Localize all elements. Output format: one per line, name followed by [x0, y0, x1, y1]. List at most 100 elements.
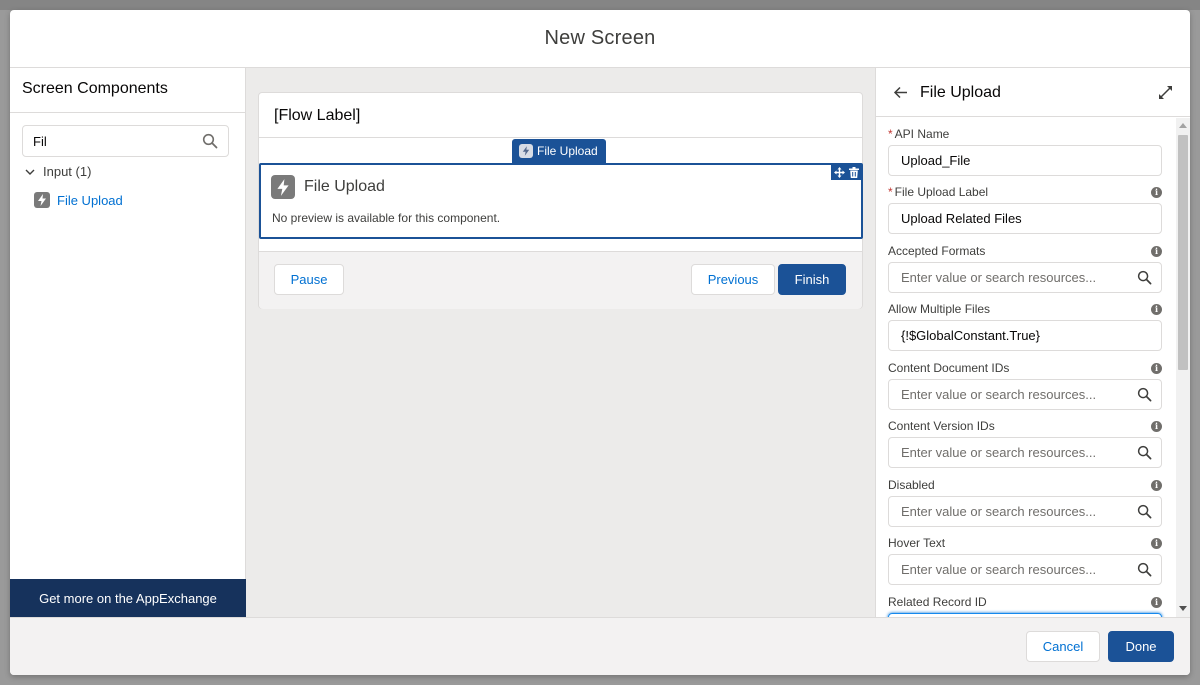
field-content-version-ids: Content Version IDs i Enter value or sea… [888, 418, 1162, 468]
search-value: Fil [33, 133, 47, 149]
properties-scrollbar[interactable] [1176, 118, 1190, 617]
field-label: Accepted Formats i [888, 243, 1162, 259]
new-screen-modal: New Screen Screen Components Fil Input (… [10, 10, 1190, 675]
allow-multiple-files-input[interactable]: {!$GlobalConstant.True} [888, 320, 1162, 351]
info-icon[interactable]: i [1151, 186, 1162, 198]
screen-canvas: [Flow Label] File Upload File Upload No … [246, 68, 875, 617]
component-item-file-upload[interactable]: File Upload [34, 192, 123, 208]
scroll-thumb[interactable] [1178, 135, 1188, 370]
selected-component[interactable]: File Upload No preview is available for … [259, 163, 863, 239]
properties-header: File Upload [876, 68, 1190, 117]
done-button[interactable]: Done [1108, 631, 1174, 662]
screen-preview-card: [Flow Label] File Upload File Upload No … [258, 92, 863, 309]
lightning-icon [34, 192, 50, 208]
field-label: Disabled i [888, 477, 1162, 493]
scroll-up-arrow[interactable] [1179, 123, 1187, 128]
file-upload-label-input[interactable]: Upload Related Files [888, 203, 1162, 234]
field-placeholder: Enter value or search resources... [901, 562, 1097, 577]
field-related-record-id: Related Record ID i [888, 594, 1162, 617]
background-topbar [0, 0, 1200, 10]
finish-button[interactable]: Finish [778, 264, 846, 295]
field-label-text: File Upload Label [894, 185, 989, 199]
modal-header: New Screen [10, 10, 1190, 68]
required-marker: * [888, 127, 893, 141]
field-label: Allow Multiple Files i [888, 301, 1162, 317]
field-label: Related Record ID i [888, 594, 1162, 610]
field-placeholder: Enter value or search resources... [901, 387, 1097, 402]
component-search-input[interactable]: Fil [22, 125, 229, 157]
properties-title: File Upload [920, 84, 1001, 101]
content-version-ids-input[interactable]: Enter value or search resources... [888, 437, 1162, 468]
properties-panel: File Upload * API Name Upload_File * Fil… [875, 68, 1190, 617]
accepted-formats-input[interactable]: Enter value or search resources... [888, 262, 1162, 293]
field-label-text: Related Record ID [888, 595, 987, 609]
field-disabled: Disabled i Enter value or search resourc… [888, 477, 1162, 527]
info-icon[interactable]: i [1151, 596, 1162, 608]
field-label: * File Upload Label i [888, 184, 1162, 200]
search-icon [1137, 270, 1152, 285]
hover-text-input[interactable]: Enter value or search resources... [888, 554, 1162, 585]
field-label-text: API Name [894, 127, 950, 141]
content-document-ids-input[interactable]: Enter value or search resources... [888, 379, 1162, 410]
component-description: No preview is available for this compone… [272, 211, 501, 225]
badge-label: File Upload [537, 144, 598, 158]
search-icon [1137, 562, 1152, 577]
field-label: Hover Text i [888, 535, 1162, 551]
field-hover-text: Hover Text i Enter value or search resou… [888, 535, 1162, 585]
field-label-text: Accepted Formats [888, 244, 986, 258]
component-badge: File Upload [512, 139, 606, 163]
field-label-text: Disabled [888, 478, 935, 492]
card-divider [259, 137, 862, 138]
field-content-document-ids: Content Document IDs i Enter value or se… [888, 360, 1162, 410]
info-icon[interactable]: i [1151, 362, 1162, 374]
info-icon[interactable]: i [1151, 479, 1162, 491]
properties-body: * API Name Upload_File * File Upload Lab… [876, 118, 1176, 617]
field-accepted-formats: Accepted Formats i Enter value or search… [888, 243, 1162, 293]
cancel-button[interactable]: Cancel [1026, 631, 1100, 662]
tree-group-input[interactable]: Input (1) [24, 164, 91, 179]
required-marker: * [888, 185, 893, 199]
panel-divider [10, 112, 246, 113]
field-value: {!$GlobalConstant.True} [901, 328, 1040, 343]
pause-button[interactable]: Pause [274, 264, 344, 295]
info-icon[interactable]: i [1151, 420, 1162, 432]
search-icon [202, 133, 218, 149]
flow-label: [Flow Label] [274, 107, 361, 124]
move-icon[interactable] [834, 166, 845, 178]
field-label-text: Content Version IDs [888, 419, 995, 433]
screen-components-panel: Screen Components Fil Input (1) File Upl… [10, 68, 246, 617]
lightning-icon [519, 144, 533, 158]
field-label-text: Hover Text [888, 536, 946, 550]
modal-footer: Cancel Done [10, 617, 1190, 675]
component-toolbar [831, 164, 862, 180]
field-placeholder: Enter value or search resources... [901, 504, 1097, 519]
lightning-icon [271, 175, 295, 199]
field-label: Content Document IDs i [888, 360, 1162, 376]
expand-icon[interactable] [1159, 86, 1172, 99]
field-value: Upload_File [901, 153, 971, 168]
search-icon [1137, 387, 1152, 402]
tree-group-label: Input (1) [43, 164, 92, 179]
field-api-name: * API Name Upload_File [888, 126, 1162, 176]
screen-footer: Pause Previous Finish [259, 251, 862, 309]
panel-title: Screen Components [22, 80, 168, 97]
field-allow-multiple-files: Allow Multiple Files i {!$GlobalConstant… [888, 301, 1162, 351]
appexchange-button[interactable]: Get more on the AppExchange [10, 579, 246, 617]
component-title: File Upload [304, 178, 385, 195]
api-name-input[interactable]: Upload_File [888, 145, 1162, 176]
field-label: Content Version IDs i [888, 418, 1162, 434]
component-title-row: File Upload [271, 175, 385, 199]
info-icon[interactable]: i [1151, 537, 1162, 549]
back-arrow-icon[interactable] [893, 85, 908, 100]
field-placeholder: Enter value or search resources... [901, 270, 1097, 285]
scroll-down-arrow[interactable] [1179, 606, 1187, 611]
previous-button[interactable]: Previous [691, 264, 775, 295]
field-label-text: Content Document IDs [888, 361, 1010, 375]
disabled-input[interactable]: Enter value or search resources... [888, 496, 1162, 527]
info-icon[interactable]: i [1151, 245, 1162, 257]
info-icon[interactable]: i [1151, 303, 1162, 315]
field-label: * API Name [888, 126, 1162, 142]
modal-title: New Screen [544, 27, 656, 49]
field-label-text: Allow Multiple Files [888, 302, 991, 316]
delete-icon[interactable] [848, 166, 859, 178]
